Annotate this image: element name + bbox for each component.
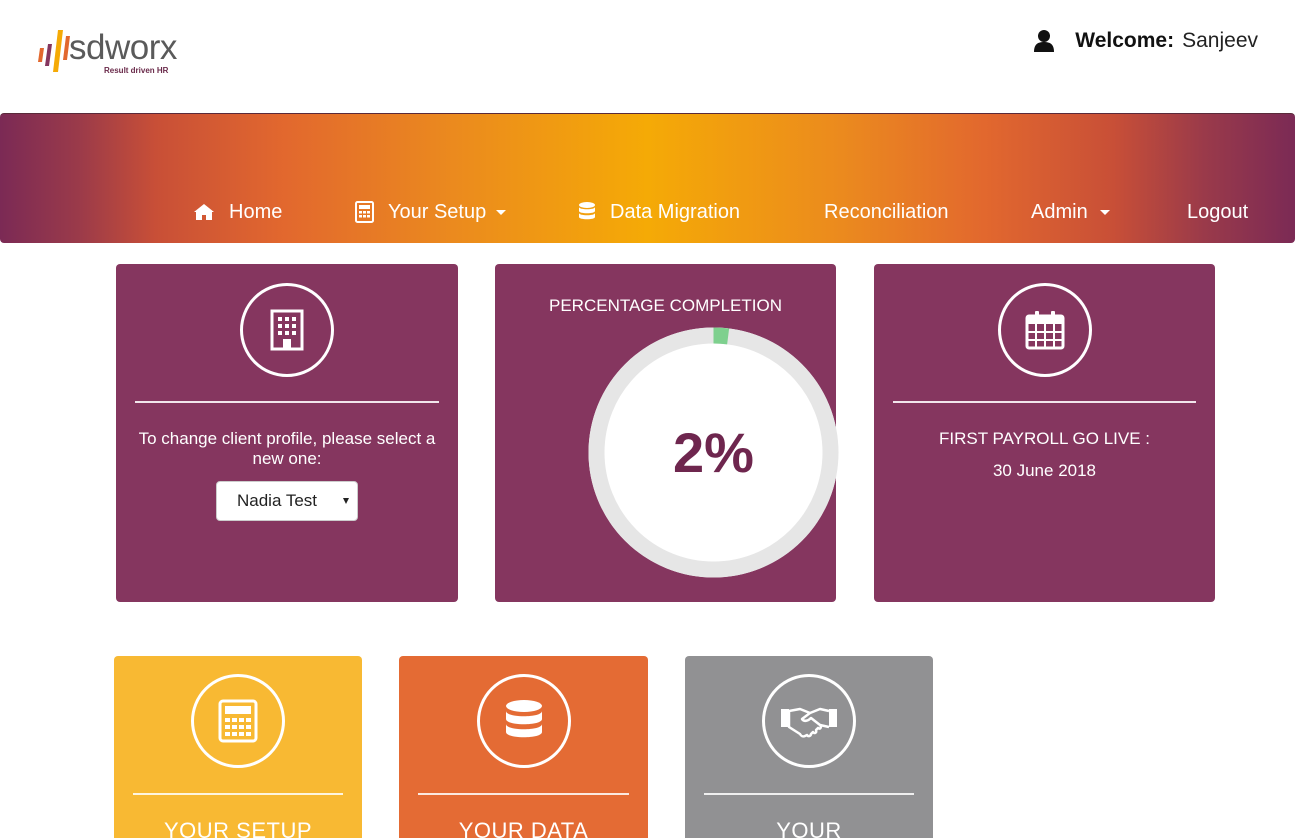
go-live-date: 30 June 2018 <box>992 461 1097 480</box>
welcome-area: Welcome: Sanjeev <box>1033 28 1258 54</box>
nav-reconciliation-label: Reconciliation <box>824 200 949 223</box>
tile-your-reconciliation-label: YOUR <box>776 818 842 838</box>
user-icon <box>1034 30 1055 52</box>
calculator-icon-circle <box>191 674 285 768</box>
chevron-down-icon <box>496 209 507 215</box>
database-icon <box>579 202 595 220</box>
nav-data-migration[interactable]: Data Migration <box>578 198 740 226</box>
client-profile-selected-value: Nadia Test <box>237 491 318 510</box>
nav-data-migration-label: Data Migration <box>610 200 741 223</box>
welcome-label: Welcome: <box>1075 29 1175 52</box>
percentage-completion-title: PERCENTAGE COMPLETION <box>549 296 782 315</box>
go-live-title: FIRST PAYROLL GO LIVE : <box>939 429 1150 448</box>
percentage-completion-card: PERCENTAGE COMPLETION 2% <box>495 264 839 602</box>
tile-divider <box>418 793 629 795</box>
nav-logout[interactable]: Logout <box>1187 198 1248 226</box>
card-divider <box>135 401 439 403</box>
nav-your-setup[interactable]: Your Setup <box>355 198 507 226</box>
tile-your-data-label: YOUR DATA <box>458 818 589 838</box>
nav-reconciliation[interactable]: Reconciliation <box>824 198 949 226</box>
tile-your-data[interactable]: YOUR DATA <box>399 656 648 838</box>
client-profile-select[interactable]: Nadia Test <box>216 481 358 521</box>
nav-admin[interactable]: Admin <box>1031 198 1110 226</box>
chevron-down-icon <box>1099 209 1110 215</box>
page: sdworx Result driven HR Welcome: Sanjeev… <box>0 0 1295 838</box>
calendar-icon <box>1025 311 1064 350</box>
handshake-icon <box>781 707 837 738</box>
sdworx-logo[interactable]: sdworx Result driven HR <box>36 22 186 82</box>
database-icon-circle <box>476 674 571 768</box>
calculator-icon <box>218 699 258 743</box>
building-icon <box>270 309 304 351</box>
client-profile-card: To change client profile, please select … <box>116 264 458 602</box>
card-divider <box>893 401 1196 403</box>
tile-your-setup-label: YOUR SETUP <box>163 818 313 838</box>
tile-divider <box>133 793 343 795</box>
dropdown-arrow-icon <box>343 498 349 504</box>
home-icon <box>194 204 214 220</box>
calculator-icon <box>355 201 374 223</box>
nav-admin-label: Admin <box>1031 200 1088 223</box>
nav-your-setup-label: Your Setup <box>388 200 487 223</box>
database-icon <box>505 700 542 738</box>
logo-wordmark: sdworx <box>69 28 177 67</box>
logo-bars-icon <box>38 30 70 72</box>
main-navbar: Home Your Setup Data Migration Reconcili… <box>0 113 1295 243</box>
percentage-value: 2% <box>673 421 754 484</box>
tile-your-reconciliation[interactable]: YOUR <box>685 656 933 838</box>
nav-home-label: Home <box>229 200 283 223</box>
tile-divider <box>704 793 914 795</box>
calendar-icon-circle <box>997 283 1092 377</box>
logo-tagline: Result driven HR <box>104 66 169 75</box>
building-icon-circle <box>240 283 334 377</box>
handshake-icon-circle <box>762 674 856 768</box>
nav-home[interactable]: Home <box>193 198 282 226</box>
tile-your-setup[interactable]: YOUR SETUP <box>114 656 362 838</box>
user-name: Sanjeev <box>1182 29 1258 52</box>
go-live-card: FIRST PAYROLL GO LIVE : 30 June 2018 <box>874 264 1215 602</box>
nav-logout-label: Logout <box>1187 200 1249 223</box>
client-profile-instruction: To change client profile, please select … <box>138 429 436 468</box>
